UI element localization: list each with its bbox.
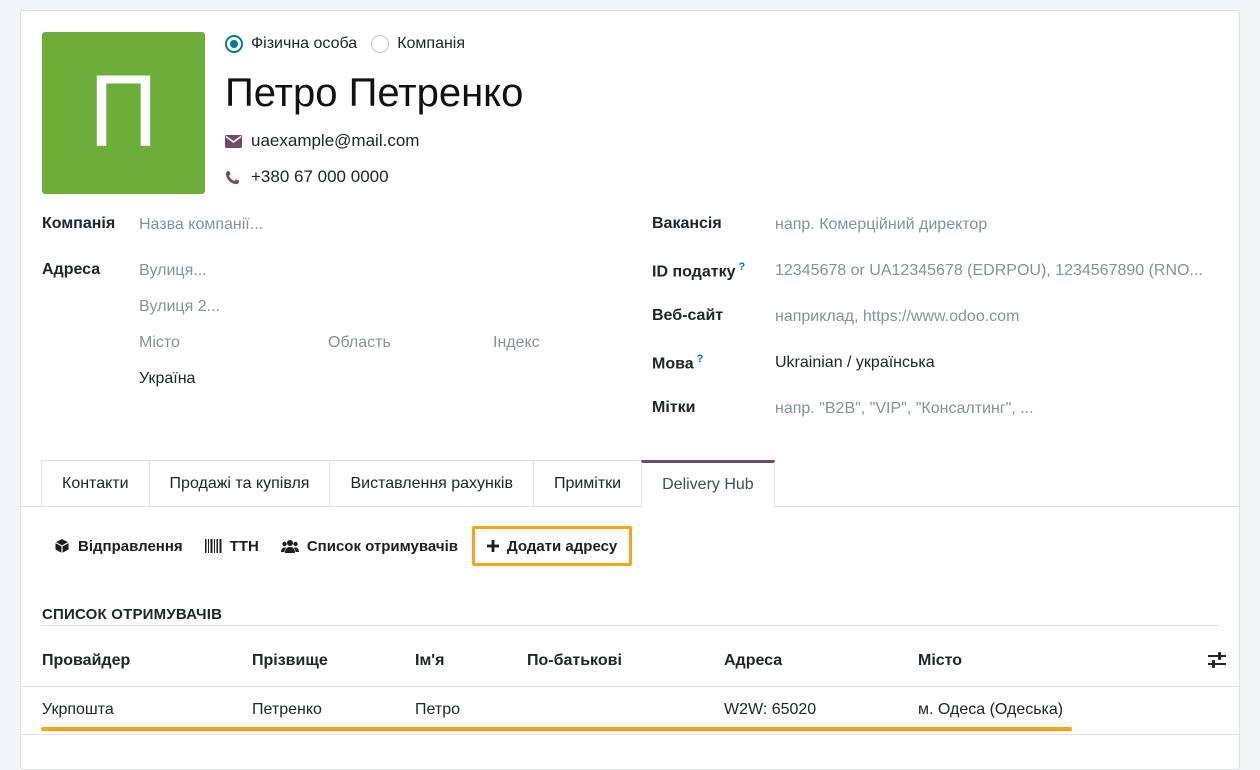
col-address[interactable]: Адреса: [724, 652, 782, 670]
avatar-initial: П: [87, 57, 160, 169]
website-label: Веб-сайт: [652, 307, 724, 324]
recipients-list-button[interactable]: Список отримувачів: [273, 526, 466, 566]
tab-invoicing[interactable]: Виставлення рахунків: [329, 460, 533, 507]
vat-help-icon[interactable]: ?: [738, 261, 745, 273]
users-icon: [280, 539, 299, 553]
delivery-actions-bar: Відправлення ТТН Список отримувачів Дода…: [46, 526, 638, 566]
street-input[interactable]: Вулиця...: [139, 262, 207, 280]
state-input[interactable]: Область: [328, 334, 391, 352]
lang-label: Мова?: [652, 353, 703, 373]
ttn-button[interactable]: ТТН: [197, 526, 267, 566]
tags-label: Мітки: [652, 399, 696, 416]
partner-type-radio-group: Фізична особа Компанія: [225, 35, 479, 53]
lang-select[interactable]: Ukrainian / українська: [775, 354, 935, 372]
job-input[interactable]: напр. Комерційний директор: [775, 216, 987, 234]
cell-address: W2W: 65020: [724, 701, 817, 718]
vat-label-text: ID податку: [652, 263, 736, 281]
cell-first-name: Петро: [415, 701, 460, 718]
add-address-label: Додати адресу: [506, 537, 618, 555]
partner-name-field[interactable]: Петро Петренко: [225, 71, 523, 116]
radio-company-label: Компанія: [397, 35, 466, 52]
city-input[interactable]: Місто: [139, 334, 180, 352]
avatar[interactable]: П: [42, 32, 205, 194]
email-field[interactable]: uaexample@mail.com: [251, 131, 419, 151]
phone-line: +380 67 000 0000: [225, 167, 389, 187]
phone-icon: [225, 170, 243, 185]
company-input[interactable]: Назва компанії...: [139, 216, 263, 234]
col-city[interactable]: Місто: [918, 652, 962, 670]
row-highlight-underline: [41, 727, 1072, 731]
col-provider[interactable]: Провайдер: [42, 652, 130, 670]
form-sheet: П Фізична особа Компанія Петро Петренко …: [20, 10, 1240, 770]
ttn-label: ТТН: [229, 537, 259, 555]
recipients-section-title: СПИСОК ОТРИМУВАЧІВ: [42, 606, 223, 623]
shipments-label: Відправлення: [78, 537, 183, 555]
cube-icon: [54, 538, 70, 554]
add-address-button[interactable]: Додати адресу: [471, 526, 633, 566]
radio-individual[interactable]: Фізична особа: [225, 35, 357, 53]
vat-input[interactable]: 12345678 or UA12345678 (EDRPOU), 1234567…: [775, 262, 1203, 280]
cell-city: м. Одеса (Одеська): [918, 701, 1064, 718]
section-divider: [41, 625, 1219, 626]
shipments-button[interactable]: Відправлення: [46, 526, 191, 566]
cell-last-name: Петренко: [252, 701, 322, 718]
zip-input[interactable]: Індекс: [493, 334, 540, 352]
radio-individual-label: Фізична особа: [251, 35, 358, 52]
company-label: Компанія: [42, 215, 116, 232]
lang-label-text: Мова: [652, 355, 694, 373]
recipients-list-label: Список отримувачів: [306, 537, 458, 555]
email-line: uaexample@mail.com: [225, 131, 419, 151]
barcode-icon: [204, 539, 222, 553]
vat-label: ID податку?: [652, 261, 745, 281]
col-patronymic[interactable]: По-батькові: [527, 652, 622, 670]
tab-notes[interactable]: Примітки: [532, 460, 642, 507]
country-select[interactable]: Україна: [139, 370, 195, 388]
col-first-name[interactable]: Ім'я: [415, 652, 444, 670]
lang-help-icon[interactable]: ?: [697, 353, 704, 365]
plus-icon: [486, 540, 499, 552]
col-last-name[interactable]: Прізвище: [252, 652, 328, 670]
radio-individual-dot[interactable]: [225, 35, 243, 53]
tab-contacts[interactable]: Контакти: [41, 460, 149, 507]
street2-input[interactable]: Вулиця 2...: [139, 298, 220, 316]
tags-input[interactable]: напр. "B2B", "VIP", "Консалтинг", ...: [775, 400, 1034, 418]
radio-company[interactable]: Компанія: [371, 35, 465, 53]
tab-sales-purchase[interactable]: Продажі та купівля: [148, 460, 330, 507]
phone-field[interactable]: +380 67 000 0000: [251, 167, 389, 187]
job-label: Вакансія: [652, 215, 722, 232]
column-settings-icon[interactable]: [1208, 652, 1226, 673]
table-row-divider: [21, 734, 1239, 735]
envelope-icon: [225, 134, 243, 148]
tab-delivery-hub[interactable]: Delivery Hub: [641, 460, 775, 507]
address-label: Адреса: [42, 261, 101, 278]
radio-company-dot[interactable]: [371, 35, 390, 53]
cell-provider: Укрпошта: [42, 701, 114, 718]
notebook-tabs: Контакти Продажі та купівля Виставлення …: [41, 460, 775, 507]
website-input[interactable]: наприклад, https://www.odoo.com: [775, 308, 1019, 326]
table-header-divider: [21, 686, 1239, 687]
